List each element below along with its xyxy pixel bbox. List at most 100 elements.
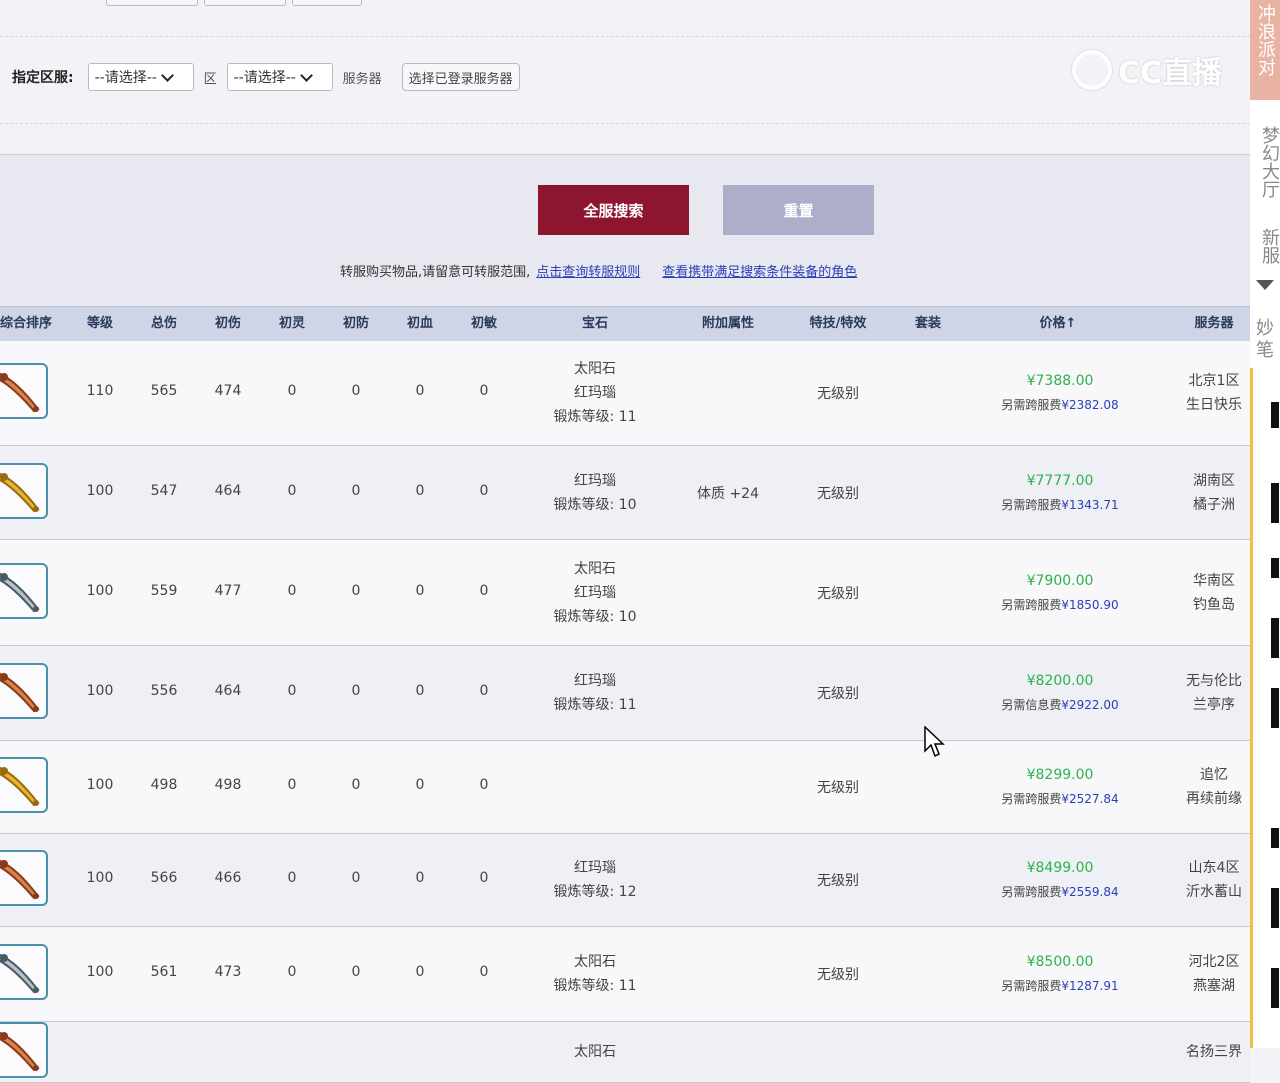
header-total[interactable]: 总伤 — [140, 307, 188, 341]
header-init-def[interactable]: 初防 — [332, 307, 380, 341]
item-thumbnail[interactable] — [0, 363, 48, 419]
table-row[interactable]: 100 561 473 0 0 0 0 太阳石 锻炼等级: 11 无级别 ¥8500.00 另需跨服费… — [0, 927, 1250, 1022]
table-row[interactable]: 100 566 466 0 0 0 0 红玛瑙 锻炼等级: 12 无级别 ¥8499.00 另需跨服费… — [0, 834, 1250, 927]
transfer-fee: 另需跨服费¥1343.71 — [1001, 497, 1119, 512]
transfer-rules-link[interactable]: 点击查询转服规则 — [536, 261, 640, 280]
cell-total: 559 — [150, 582, 178, 599]
cell-init-def: 0 — [351, 964, 361, 980]
server-filter-area: 指定区服: --请选择-- 区 --请选择-- 服务器 选择已登录服务器 — [0, 36, 1250, 124]
header-level[interactable]: 等级 — [76, 307, 124, 341]
cell-skill: 无级别 — [817, 585, 859, 602]
logged-server-button[interactable]: 选择已登录服务器 — [401, 63, 520, 91]
cell-total: 498 — [150, 777, 178, 793]
cell-level: 110 — [86, 383, 114, 399]
cell-total: 566 — [150, 870, 178, 886]
blade-icon — [0, 372, 40, 413]
cell-init-agi: 0 — [479, 777, 489, 793]
header-init-dmg[interactable]: 初伤 — [204, 307, 252, 341]
caret-down-icon[interactable] — [1256, 280, 1274, 290]
partial-button[interactable] — [106, 0, 198, 6]
search-all-button[interactable]: 全服搜索 — [538, 185, 689, 235]
header-suit: 套装 — [914, 316, 941, 331]
header-extra: 附加属性 — [701, 316, 754, 331]
cell-init-dmg: 477 — [214, 582, 242, 599]
cell-init-def: 0 — [351, 383, 361, 399]
server-select[interactable]: --请选择-- — [226, 63, 333, 91]
cell-server: 华南区 钓鱼岛 — [1193, 572, 1235, 613]
cell-price: ¥7388.00 另需跨服费¥2382.08 — [980, 369, 1140, 417]
item-thumbnail[interactable] — [0, 850, 48, 906]
blade-icon — [0, 1031, 40, 1072]
transfer-fee: 另需跨服费¥2527.84 — [1001, 792, 1119, 806]
item-thumbnail[interactable] — [0, 944, 48, 1000]
transfer-fee: 另需信息费¥2922.00 — [1001, 698, 1119, 712]
region-select[interactable]: --请选择-- — [87, 63, 194, 91]
cell-init-agi: 0 — [479, 683, 489, 699]
cell-init-ling: 0 — [287, 870, 297, 886]
cell-gems: 太阳石 — [574, 1044, 616, 1060]
item-thumbnail[interactable] — [0, 663, 48, 719]
cc-logo-icon — [1072, 50, 1112, 90]
cell-gems: 太阳石 红玛瑙 锻炼等级: 11 — [553, 361, 637, 425]
cell-price: ¥8299.00 另需跨服费¥2527.84 — [980, 763, 1140, 811]
partial-button[interactable] — [204, 0, 286, 6]
cell-skill: 无级别 — [817, 386, 859, 402]
header-init-agi[interactable]: 初敏 — [460, 307, 508, 341]
header-init-ling[interactable]: 初灵 — [268, 307, 316, 341]
cell-skill: 无级别 — [817, 873, 859, 889]
cell-init-agi: 0 — [479, 383, 489, 399]
blade-icon — [0, 672, 40, 713]
table-row[interactable]: 100 547 464 0 0 0 0 红玛瑙 锻炼等级: 10 体质 +24 无级别 ¥7777.0… — [0, 446, 1250, 540]
price-value: ¥7900.00 — [1026, 572, 1094, 589]
cell-level: 100 — [86, 683, 114, 699]
cell-server: 北京1区 生日快乐 — [1186, 373, 1242, 413]
sidebar-item-miaobi[interactable]: 妙笔 — [1250, 318, 1280, 361]
cell-gems: 红玛瑙 锻炼等级: 11 — [553, 673, 637, 713]
cell-init-hp: 0 — [415, 383, 425, 399]
filter-label: 指定区服: — [12, 70, 74, 86]
cell-price: ¥7777.00 另需跨服费¥1343.71 — [980, 469, 1140, 517]
item-thumbnail[interactable] — [0, 462, 48, 519]
blade-icon — [0, 953, 40, 994]
table-row[interactable]: 100 498 498 0 0 0 0 无级别 ¥8299.00 另需跨服费¥2527.84 追忆再… — [0, 741, 1250, 834]
table-row[interactable]: 100 556 464 0 0 0 0 红玛瑙 锻炼等级: 11 无级别 ¥8200.00 另需信息费… — [0, 646, 1250, 741]
blade-icon — [0, 859, 40, 900]
cell-server: 无与伦比 兰亭序 — [1186, 673, 1242, 713]
cell-gems: 太阳石 红玛瑙 锻炼等级: 10 — [553, 560, 637, 625]
header-price[interactable]: 价格↑ — [1000, 307, 1116, 341]
sidebar-item-hall[interactable]: 梦幻大厅 — [1250, 112, 1280, 212]
cell-total: 556 — [150, 683, 178, 699]
cell-server: 名扬三界 — [1186, 1044, 1242, 1060]
cell-skill: 无级别 — [817, 780, 859, 796]
cell-level: 100 — [86, 964, 114, 980]
partial-button[interactable] — [292, 0, 362, 6]
table-row[interactable]: 太阳石 名扬三界 — [0, 1022, 1250, 1083]
cell-init-ling: 0 — [287, 964, 297, 980]
item-thumbnail[interactable] — [0, 1022, 48, 1078]
cell-init-def: 0 — [351, 870, 361, 886]
server-suffix: 服务器 — [342, 71, 382, 87]
cell-init-ling: 0 — [287, 582, 297, 599]
table-row[interactable]: 100 559 477 0 0 0 0 太阳石 红玛瑙 锻炼等级: 10 无级别 ¥7900.00 另需… — [0, 540, 1250, 646]
item-thumbnail[interactable] — [0, 757, 48, 813]
header-init-hp[interactable]: 初血 — [396, 307, 444, 341]
sidebar-item-new-server[interactable]: 新服 — [1250, 222, 1280, 270]
table-row[interactable]: 110 565 474 0 0 0 0 太阳石 红玛瑙 锻炼等级: 11 无级别 ¥7388.00 另需… — [0, 341, 1250, 446]
header-sort[interactable]: 综合排序 — [0, 307, 62, 341]
cell-init-ling: 0 — [287, 777, 297, 793]
cell-extra: 体质 +24 — [697, 485, 759, 502]
matching-roles-link[interactable]: 查看携带满足搜索条件装备的角色 — [662, 261, 857, 280]
chevron-down-icon — [160, 68, 174, 82]
region-select-value: --请选择-- — [94, 70, 157, 86]
sidebar-top-label: 冲浪派对 — [1255, 4, 1276, 76]
item-thumbnail[interactable] — [0, 562, 48, 619]
cell-level: 100 — [86, 870, 114, 886]
sidebar-top-banner[interactable]: 冲浪派对 — [1250, 0, 1280, 100]
cell-init-ling: 0 — [287, 482, 297, 499]
cell-server: 河北2区 燕塞湖 — [1188, 954, 1240, 994]
cell-init-agi: 0 — [479, 482, 489, 499]
reset-button[interactable]: 重置 — [723, 185, 874, 235]
server-select-value: --请选择-- — [233, 70, 296, 86]
cell-total: 565 — [150, 383, 178, 399]
cell-init-ling: 0 — [287, 683, 297, 699]
